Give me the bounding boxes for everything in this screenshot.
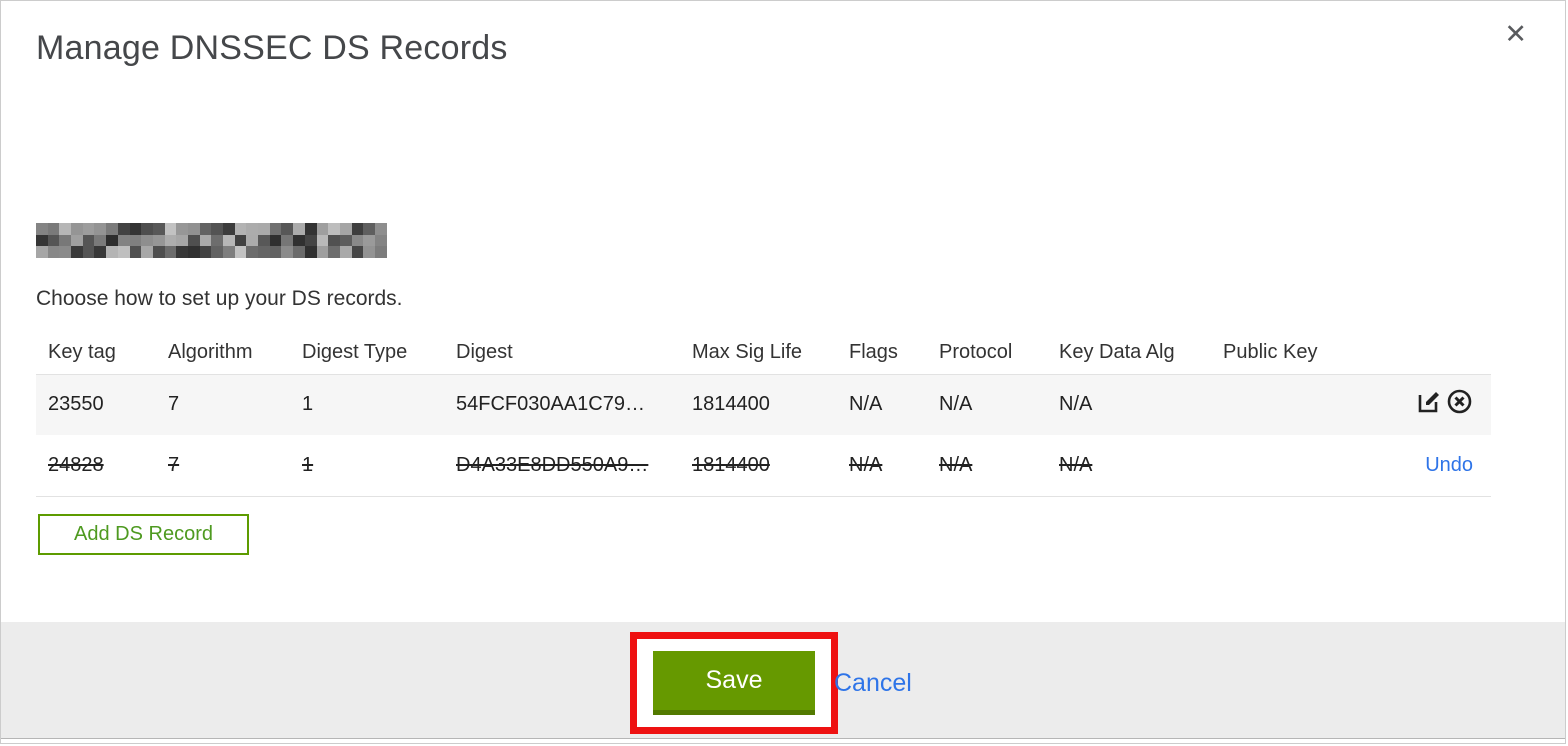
cell-key-tag: 23550 xyxy=(48,393,104,416)
col-digest: Digest xyxy=(444,331,680,375)
cell-flags: N/A xyxy=(849,453,883,476)
col-protocol: Protocol xyxy=(927,331,1047,375)
dialog-footer: Save Cancel xyxy=(1,622,1565,739)
edit-record-icon[interactable] xyxy=(1416,388,1443,415)
cell-key-data-alg: N/A xyxy=(1059,453,1093,476)
redacted-domain-name xyxy=(36,223,387,258)
col-digest-type: Digest Type xyxy=(290,331,444,375)
page-title: Manage DNSSEC DS Records xyxy=(36,29,508,67)
cell-protocol: N/A xyxy=(939,393,973,416)
col-actions xyxy=(1349,331,1491,375)
instruction-text: Choose how to set up your DS records. xyxy=(36,287,403,310)
cell-digest-type: 1 xyxy=(302,453,314,476)
table-header-row: Key tag Algorithm Digest Type Digest Max… xyxy=(36,331,1491,375)
cell-algorithm: 7 xyxy=(168,453,180,476)
cell-max-sig-life: 1814400 xyxy=(692,393,770,416)
table-row: 23550 7 1 54FCF030AA1C79… 1814400 N/A N/… xyxy=(36,374,1491,435)
cell-digest-type: 1 xyxy=(302,393,314,416)
col-flags: Flags xyxy=(837,331,927,375)
table-row-deleted: 24828 7 1 D4A33E8DD550A9… 1814400 N/A N/… xyxy=(36,435,1491,497)
cancel-link[interactable]: Cancel xyxy=(834,669,912,698)
cell-max-sig-life: 1814400 xyxy=(692,453,770,476)
dnssec-dialog: Manage DNSSEC DS Records ✕ Choose how to… xyxy=(0,0,1566,744)
add-ds-record-button[interactable]: Add DS Record xyxy=(38,514,249,555)
col-max-sig-life: Max Sig Life xyxy=(680,331,837,375)
save-button[interactable]: Save xyxy=(653,651,815,715)
close-icon[interactable]: ✕ xyxy=(1504,21,1527,48)
cell-key-tag: 24828 xyxy=(48,453,104,476)
cell-digest: D4A33E8DD550A9… xyxy=(456,453,649,476)
cell-digest: 54FCF030AA1C79… xyxy=(456,393,645,416)
col-key-tag: Key tag xyxy=(36,331,156,375)
cell-algorithm: 7 xyxy=(168,393,180,416)
cell-key-data-alg: N/A xyxy=(1059,393,1093,416)
undo-link[interactable]: Undo xyxy=(1425,454,1473,476)
col-key-data-alg: Key Data Alg xyxy=(1047,331,1211,375)
cell-flags: N/A xyxy=(849,393,883,416)
col-algorithm: Algorithm xyxy=(156,331,290,375)
ds-records-table: Key tag Algorithm Digest Type Digest Max… xyxy=(36,331,1491,497)
cell-protocol: N/A xyxy=(939,453,973,476)
red-highlight-annotation: Save xyxy=(630,632,838,734)
delete-record-icon[interactable] xyxy=(1446,388,1473,415)
col-public-key: Public Key xyxy=(1211,331,1349,375)
